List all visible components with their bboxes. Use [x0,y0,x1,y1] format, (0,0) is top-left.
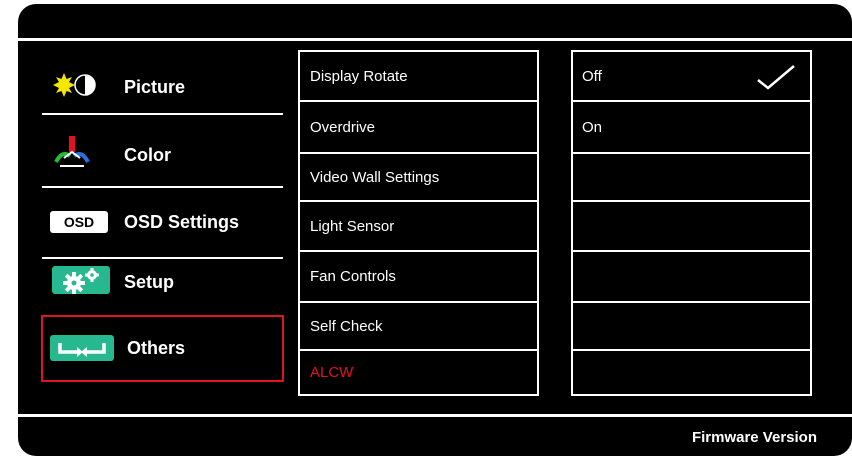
submenu-item-self-check[interactable]: Self Check [298,303,539,351]
option-label: On [582,118,603,136]
option-empty [571,303,812,351]
submenu-item-light-sensor[interactable]: Light Sensor [298,202,539,252]
osd-menu-window: Picture Color OSD OSD Settings Setup Oth… [18,4,852,456]
option-on[interactable]: On [571,102,812,154]
option-empty [571,202,812,252]
option-empty [571,252,812,303]
menu-separator [42,113,283,115]
firmware-version-label: Firmware Version [691,429,817,446]
option-label: Off [582,67,602,85]
menu-label-setup: Setup [124,271,175,292]
top-divider [18,38,852,41]
menu-item-color[interactable]: Color [42,124,283,186]
setup-gears-icon [52,265,110,299]
submenu-item-alcw[interactable]: ALCW [298,351,539,396]
submenu-item-video-wall-settings[interactable]: Video Wall Settings [298,154,539,202]
option-empty [571,351,812,396]
color-icon [52,135,92,175]
menu-item-picture[interactable]: Picture [42,56,283,118]
bottom-divider [18,414,852,417]
submenu-item-overdrive[interactable]: Overdrive [298,102,539,154]
checkmark-icon [756,64,796,94]
menu-item-osd-settings[interactable]: OSD OSD Settings [42,191,283,253]
submenu-item-display-rotate[interactable]: Display Rotate [298,50,539,102]
osd-icon: OSD [50,211,108,233]
option-list: Off On [571,50,812,396]
menu-label-picture: Picture [124,76,186,97]
menu-label-osd-settings: OSD Settings [124,211,240,232]
menu-item-others[interactable]: Others [41,315,284,382]
menu-label-color: Color [124,144,171,165]
picture-icon [52,72,96,102]
osd-icon-text: OSD [63,214,95,230]
submenu-list: Display Rotate Overdrive Video Wall Sett… [298,50,539,396]
menu-separator [42,186,283,188]
menu-item-setup[interactable]: Setup [42,251,283,313]
submenu-item-fan-controls[interactable]: Fan Controls [298,252,539,303]
option-off[interactable]: Off [571,50,812,102]
others-icon [50,335,114,366]
menu-label-others: Others [127,338,186,358]
option-empty [571,154,812,202]
